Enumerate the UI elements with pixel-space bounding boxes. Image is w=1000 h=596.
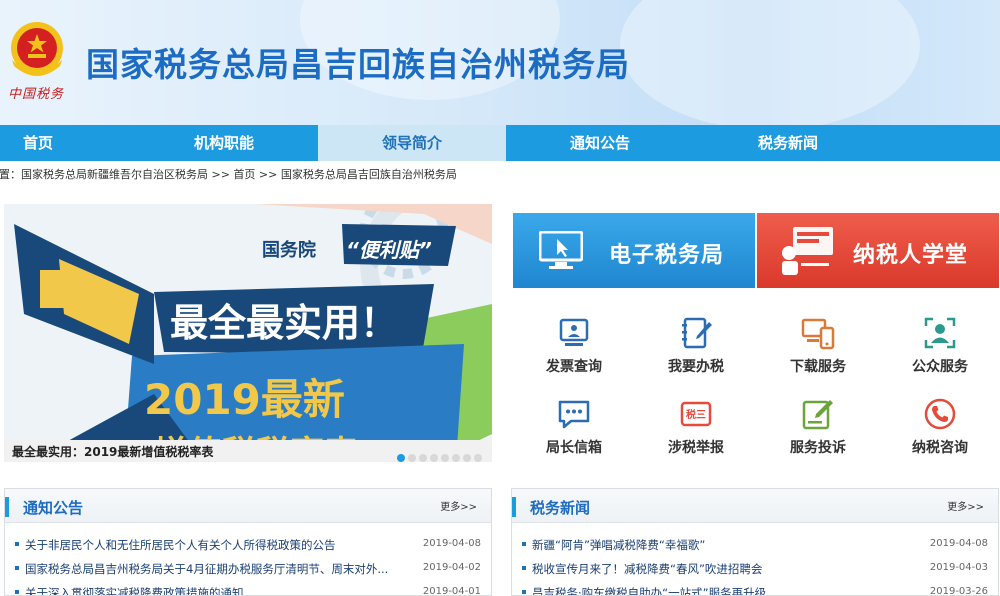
chat-bubble-icon [558,400,590,429]
panel-accent-bar [512,497,516,517]
svg-text:税三: 税三 [686,408,706,421]
service-label: 发票查询 [546,359,602,375]
director-mailbox-service[interactable]: 局长信箱 [514,397,634,457]
service-label: 纳税咨询 [912,440,968,456]
site-title[interactable]: 国家税务总局昌吉回族自治州税务局 [86,38,630,86]
notebook-pen-icon [682,317,712,349]
list-item[interactable]: 关于非居民个人和无住所居民个人有关个人所得税政策的公告 2019-04-08 [5,535,491,559]
news-panel-header: 税务新闻 更多>> [512,489,998,523]
list-item-date: 2019-03-26 [929,586,988,596]
bullet [15,542,19,546]
list-item[interactable]: 税收宣传月来了！减税降费“春风”吹进招聘会 2019-04-03 [512,559,998,583]
taxpayer-school-label: 纳税人学堂 [853,243,969,268]
taxpayer-school-button[interactable]: 纳税人学堂 [757,213,999,288]
service-complaint[interactable]: 服务投诉 [758,397,878,457]
banner-slider[interactable]: 国务院 “便利贴” 最全最实用！ 2019最新 增值税税率表 [4,204,492,462]
slide-dot[interactable] [452,454,460,462]
tax-consult-service[interactable]: 纳税咨询 [880,397,1000,457]
service-label: 公众服务 [912,359,968,375]
service-label: 我要办税 [668,359,724,375]
list-item[interactable]: 昌吉税务·购车缴税自助办“一站式”服务再升级 2019-03-26 [512,583,998,596]
list-item-title[interactable]: 税收宣传月来了！减税降费“春风”吹进招聘会 [532,561,922,577]
bullet [522,590,526,594]
news-panel: 税务新闻 更多>> 新疆“阿肯”弹唱减税降费“幸福歌” 2019-04-08 税… [511,488,999,596]
list-item[interactable]: 国家税务总局昌吉州税务局关于4月征期办税服务厅清明节、周末对外... 2019-… [5,559,491,583]
invoice-query-service[interactable]: 发票查询 [514,316,634,376]
service-label: 服务投诉 [790,440,846,456]
banner-line2: 最全最实用！ [170,301,399,345]
download-devices-icon [801,318,835,350]
list-item-date: 2019-04-01 [422,586,481,596]
e-tax-bureau-button[interactable]: 电子税务局 [513,213,755,288]
bullet [522,542,526,546]
list-item-date: 2019-04-08 [929,538,988,549]
public-service[interactable]: 公众服务 [880,316,1000,376]
list-item[interactable]: 新疆“阿肯”弹唱减税降费“幸福歌” 2019-04-08 [512,535,998,559]
slide-dot[interactable] [419,454,427,462]
breadcrumb: 位置：国家税务总局新疆维吾尔自治区税务局 >> 首页 >> 国家税务总局昌吉回族… [0,161,1000,188]
slide-dot[interactable] [463,454,471,462]
notice-panel: 通知公告 更多>> 关于非居民个人和无住所居民个人有关个人所得税政策的公告 20… [4,488,492,596]
notice-more-link[interactable]: 更多>> [440,498,477,513]
panel-accent-bar [5,497,9,517]
nav-item-leaders[interactable]: 领导简介 [318,125,506,161]
slide-dots [394,447,482,466]
list-item-title[interactable]: 关于深入贯彻落实减税降费政策措施的通知 [25,585,415,595]
banner-line3: 2019最新 [144,375,345,424]
list-item-date: 2019-04-03 [929,562,988,573]
banner-line1-prefix: 国务院 [262,240,316,261]
tax-report-icon: 税三 [680,401,712,427]
list-item[interactable]: 关于深入贯彻落实减税降费政策措施的通知 2019-04-01 [5,583,491,596]
monitor-cursor-icon [539,231,583,269]
slide-dot[interactable] [408,454,416,462]
classroom-screen-icon [782,227,833,275]
nav-item-notices[interactable]: 通知公告 [506,125,694,161]
list-item-title[interactable]: 昌吉税务·购车缴税自助办“一站式”服务再升级 [532,585,922,595]
nav-item-home[interactable]: 首页 [0,125,76,161]
slide-dot[interactable] [474,454,482,462]
tax-emblem-icon[interactable] [6,18,68,80]
bullet [15,590,19,594]
list-item-date: 2019-04-02 [422,562,481,573]
bullet [522,566,526,570]
notice-panel-header: 通知公告 更多>> [5,489,491,523]
nav-item-news[interactable]: 税务新闻 [694,125,882,161]
breadcrumb-text[interactable]: 位置：国家税务总局新疆维吾尔自治区税务局 >> 首页 >> 国家税务总局昌吉回族… [0,161,457,188]
service-label: 下载服务 [790,359,846,375]
nav-item-functions[interactable]: 机构职能 [130,125,318,161]
slide-dot[interactable] [441,454,449,462]
public-user-icon [924,317,956,349]
slide-dot[interactable] [397,454,405,462]
banner-caption-bar: 最全最实用：2019最新增值税税率表 [4,440,492,462]
list-item-title[interactable]: 国家税务总局昌吉州税务局关于4月征期办税服务厅清明节、周末对外... [25,561,415,577]
emblem-text: 中国税务 [8,87,65,102]
notice-panel-title[interactable]: 通知公告 [23,497,83,518]
site-header: 中国税务 国家税务总局昌吉回族自治州税务局 [0,0,1000,125]
list-item-title[interactable]: 关于非居民个人和无住所居民个人有关个人所得税政策的公告 [25,537,415,553]
header-decoration [620,0,920,125]
invoice-monitor-icon [559,318,589,346]
list-item-title[interactable]: 新疆“阿肯”弹唱减税降费“幸福歌” [532,537,922,553]
list-item-date: 2019-04-08 [422,538,481,549]
news-panel-title[interactable]: 税务新闻 [530,497,590,518]
slide-dot[interactable] [430,454,438,462]
edit-complaint-icon [802,400,833,430]
banner-line1-tag: “便利贴” [346,238,432,262]
bullet [15,566,19,570]
service-label: 涉税举报 [668,440,724,456]
main-nav: 首页 机构职能 领导简介 通知公告 税务新闻 [0,125,1000,161]
banner-caption[interactable]: 最全最实用：2019最新增值税税率表 [12,443,213,460]
service-label: 局长信箱 [546,440,602,456]
news-more-link[interactable]: 更多>> [947,498,984,513]
phone-consult-icon [924,398,956,430]
download-service[interactable]: 下载服务 [758,316,878,376]
handle-tax-service[interactable]: 我要办税 [636,316,756,376]
e-tax-bureau-label: 电子税务局 [609,243,725,268]
tax-report-service[interactable]: 税三 涉税举报 [636,397,756,457]
